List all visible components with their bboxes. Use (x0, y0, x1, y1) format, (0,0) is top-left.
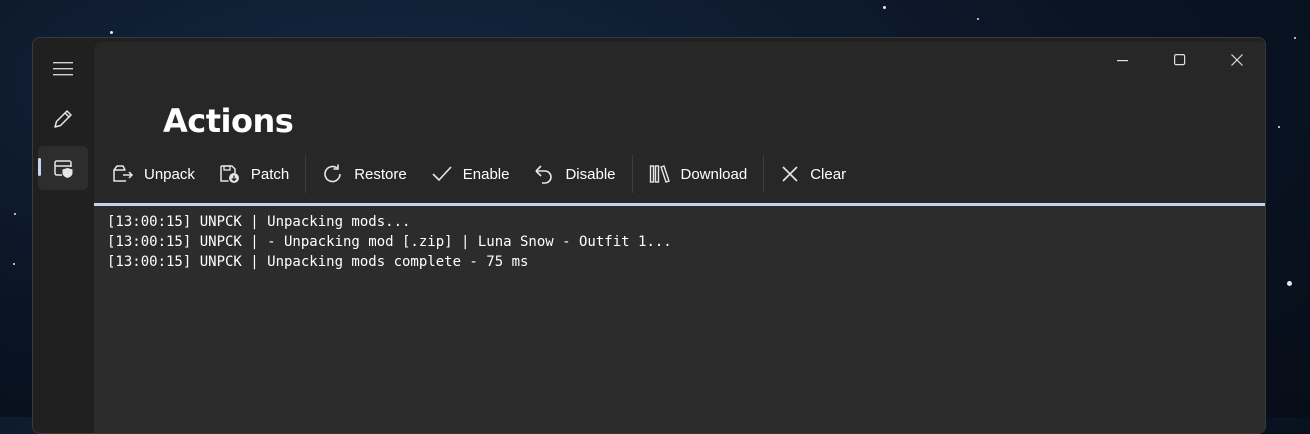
disable-label: Disable (565, 165, 616, 183)
close-button[interactable] (1208, 42, 1265, 78)
command-bar: Unpack Patch Restore Enable Disable Down… (100, 152, 858, 196)
restore-icon (324, 164, 342, 183)
app-window: Actions Unpack Patch Restore Enable Disa… (32, 37, 1266, 434)
restore-label: Restore (354, 165, 407, 183)
toolbar-separator (631, 155, 633, 193)
clear-button[interactable]: Clear (768, 154, 858, 194)
download-button[interactable]: Download (637, 154, 760, 194)
save-patch-icon (220, 165, 239, 183)
minimize-icon (1116, 60, 1128, 62)
unpack-label: Unpack (144, 165, 195, 183)
nav-item-actions[interactable] (38, 146, 88, 190)
nav-selection-indicator (38, 158, 41, 176)
log-line: [13:00:15] UNPCK | Unpacking mods comple… (107, 254, 529, 270)
undo-arrow-icon (535, 165, 553, 184)
clear-x-icon (782, 166, 798, 182)
log-line: [13:00:15] UNPCK | Unpacking mods... (107, 214, 411, 230)
nav-item-edit[interactable] (38, 97, 88, 141)
page-title: Actions (163, 102, 294, 140)
toolbar-separator (763, 155, 765, 193)
restore-button[interactable]: Restore (310, 154, 419, 194)
disable-button[interactable]: Disable (521, 154, 627, 194)
maximize-icon (1173, 54, 1185, 66)
hamburger-menu-icon (53, 62, 73, 76)
library-icon (649, 165, 670, 183)
clear-label: Clear (810, 165, 847, 183)
download-label: Download (680, 165, 748, 183)
pencil-icon (54, 110, 72, 128)
maximize-button[interactable] (1151, 42, 1208, 78)
unpack-icon (113, 165, 134, 182)
minimize-button[interactable] (1094, 42, 1151, 78)
log-output[interactable]: [13:00:15] UNPCK | Unpacking mods... [13… (94, 203, 1265, 433)
shield-folder-icon (54, 160, 73, 178)
close-icon (1230, 54, 1243, 66)
main-content: Actions Unpack Patch Restore Enable Disa… (94, 42, 1265, 433)
caption-buttons (1094, 42, 1265, 78)
toolbar-separator (305, 155, 307, 193)
patch-label: Patch (250, 165, 290, 183)
patch-button[interactable]: Patch (207, 154, 301, 194)
nav-rail (33, 38, 93, 433)
checkmark-icon (432, 166, 452, 182)
enable-button[interactable]: Enable (419, 154, 522, 194)
log-line: [13:00:15] UNPCK | - Unpacking mod [.zip… (107, 234, 672, 250)
hamburger-menu-button[interactable] (38, 47, 88, 91)
unpack-button[interactable]: Unpack (100, 154, 207, 194)
enable-label: Enable (462, 165, 510, 183)
